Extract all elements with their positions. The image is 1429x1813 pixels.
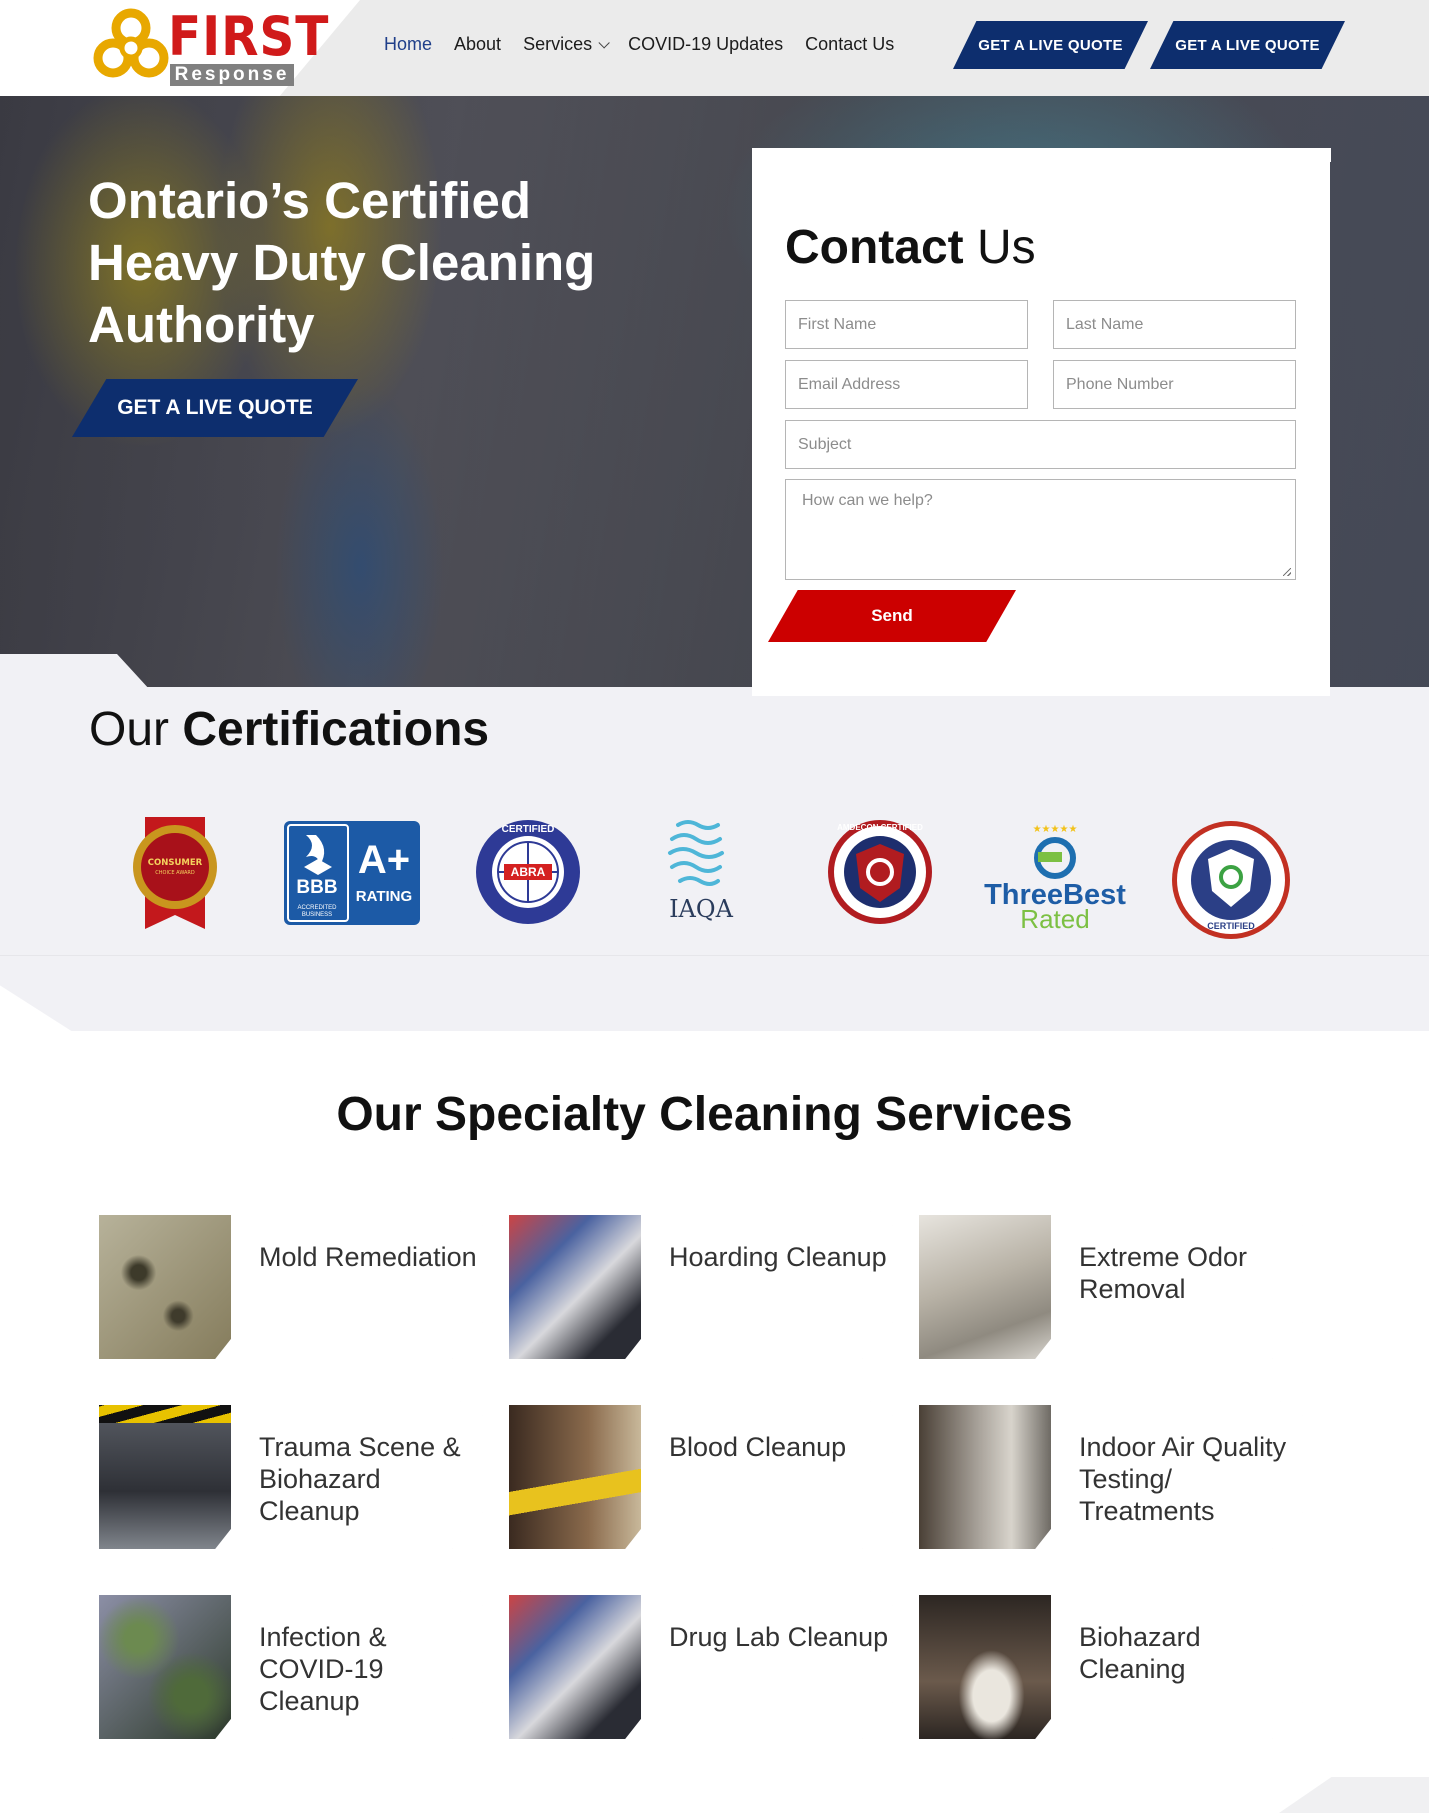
svg-text:CERTIFIED: CERTIFIED: [502, 824, 555, 835]
bbb-torch-icon: BBB ACCREDITED BUSINESS A+ RATING: [287, 824, 412, 922]
service-image: [919, 1405, 1051, 1549]
service-card-trauma-scene[interactable]: Trauma Scene & Biohazard Cleanup: [95, 1401, 483, 1549]
amdecon-badge: AMDECON CERTIFIED: [826, 818, 934, 926]
svg-text:ACCREDITED: ACCREDITED: [297, 905, 337, 911]
consumer-choice-award-badge: CONSUMER CHOICE AWARD: [125, 817, 225, 929]
service-card-mold-remediation[interactable]: Mold Remediation: [95, 1211, 483, 1359]
infection-control-seal-icon: CERTIFIED: [1172, 821, 1290, 939]
certifications-title: Our Certifications: [89, 702, 489, 757]
email-field[interactable]: Email Address: [785, 360, 1028, 409]
hero-heading-line1: Ontario’s Certified: [88, 172, 532, 229]
nav-contact[interactable]: Contact Us: [805, 34, 894, 55]
nav-about[interactable]: About: [454, 34, 501, 55]
service-card-infection-covid[interactable]: Infection & COVID-19 Cleanup: [95, 1591, 483, 1739]
send-button[interactable]: Send: [768, 590, 1016, 642]
certifications-title-light: Our: [89, 703, 183, 756]
service-card-extreme-odor-removal[interactable]: Extreme Odor Removal: [915, 1211, 1303, 1359]
service-image: [509, 1405, 641, 1549]
message-placeholder: How can we help?: [802, 492, 933, 509]
service-image: [99, 1595, 231, 1739]
service-image: [99, 1215, 231, 1359]
contact-title: Contact Us: [785, 220, 1036, 275]
service-image: [919, 1595, 1051, 1739]
service-label: Trauma Scene & Biohazard Cleanup: [259, 1432, 461, 1526]
svg-text:IAQA: IAQA: [669, 895, 733, 923]
svg-text:CHOICE AWARD: CHOICE AWARD: [155, 870, 195, 876]
logo[interactable]: FIRST Response: [90, 6, 328, 88]
service-image: [919, 1215, 1051, 1359]
certifications-bottom-band: [0, 955, 1429, 1031]
service-label: Drug Lab Cleanup: [669, 1622, 889, 1652]
service-label: Biohazard Cleaning: [1079, 1622, 1201, 1684]
iaqa-waves-icon: IAQA: [668, 820, 734, 923]
main-nav: Home About Services COVID-19 Updates Con…: [384, 34, 916, 55]
award-ribbon-icon: CONSUMER CHOICE AWARD: [133, 817, 217, 929]
service-label: Infection & COVID-19 Cleanup: [259, 1622, 387, 1716]
service-card-blood-cleanup[interactable]: Blood Cleanup: [505, 1401, 893, 1549]
svg-text:★★★★★: ★★★★★: [1033, 824, 1078, 835]
services-title-bold: Cleaning Services: [659, 1088, 1073, 1141]
service-label: Mold Remediation: [259, 1242, 477, 1272]
service-image: [99, 1405, 231, 1549]
services-title-light: Our Specialty: [336, 1088, 660, 1141]
page-bottom-notch: [1279, 1777, 1429, 1813]
iaqa-badge: IAQA: [656, 815, 746, 925]
service-image: [509, 1595, 641, 1739]
hero-heading: Ontario’s Certified Heavy Duty Cleaning …: [88, 170, 648, 356]
hero-heading-line3: Authority: [88, 296, 315, 353]
service-card-biohazard-cleaning[interactable]: Biohazard Cleaning: [915, 1591, 1303, 1739]
last-name-field[interactable]: Last Name: [1053, 300, 1296, 349]
svg-text:RATING: RATING: [356, 888, 412, 905]
chevron-down-icon: [598, 36, 610, 49]
first-name-field[interactable]: First Name: [785, 300, 1028, 349]
contact-title-rest: Us: [963, 221, 1036, 274]
contact-title-bold: Contact: [785, 221, 964, 274]
svg-text:BBB: BBB: [296, 877, 337, 898]
service-label: Hoarding Cleanup: [669, 1242, 887, 1272]
abra-badge: ABRA CERTIFIED: [474, 818, 582, 926]
hero-heading-line2a: Heavy Duty: [88, 234, 380, 291]
service-label: Extreme Odor Removal: [1079, 1242, 1248, 1304]
svg-text:ABRA: ABRA: [511, 865, 546, 879]
logo-wordmark: FIRST: [168, 5, 330, 68]
logo-subtitle: Response: [170, 64, 294, 86]
certifications-title-bold: Certifications: [182, 703, 490, 756]
biohazard-logo-icon: [93, 8, 169, 78]
message-textarea[interactable]: How can we help?: [785, 479, 1296, 580]
threebest-badge: ★★★★★ ThreeBest Rated: [980, 822, 1130, 930]
threebest-logo-icon: ★★★★★ ThreeBest Rated: [984, 824, 1126, 930]
service-label: Indoor Air Quality Testing/ Treatments: [1079, 1432, 1287, 1526]
service-image: [509, 1215, 641, 1359]
certifications-section: Our Certifications CONSUMER CHOICE AWARD…: [0, 687, 1429, 955]
amdecon-seal-icon: AMDECON CERTIFIED: [828, 820, 932, 924]
svg-text:BUSINESS: BUSINESS: [302, 912, 332, 918]
infection-control-badge: CERTIFIED: [1170, 819, 1292, 941]
svg-text:Rated: Rated: [1020, 904, 1089, 930]
header-quote-button-2[interactable]: GET A LIVE QUOTE: [1150, 21, 1345, 69]
svg-text:CONSUMER: CONSUMER: [148, 858, 203, 868]
svg-text:CERTIFIED: CERTIFIED: [1207, 921, 1255, 931]
nav-covid-updates[interactable]: COVID-19 Updates: [628, 34, 783, 55]
service-card-hoarding-cleanup[interactable]: Hoarding Cleanup: [505, 1211, 893, 1359]
svg-text:A+: A+: [358, 838, 410, 882]
bbb-badge: BBB ACCREDITED BUSINESS A+ RATING: [284, 821, 420, 925]
abra-seal-icon: ABRA CERTIFIED: [476, 820, 580, 924]
services-title: Our Specialty Cleaning Services: [0, 1087, 1409, 1142]
contact-form: Contact Us First Name Last Name Email Ad…: [752, 148, 1330, 696]
service-label: Blood Cleanup: [669, 1432, 847, 1462]
nav-services[interactable]: Services: [523, 34, 610, 55]
hero-heading-line2b: Cleaning: [379, 234, 596, 291]
svg-text:AMDECON CERTIFIED: AMDECON CERTIFIED: [837, 823, 923, 832]
header-quote-button-1[interactable]: GET A LIVE QUOTE: [953, 21, 1148, 69]
service-card-indoor-air-quality[interactable]: Indoor Air Quality Testing/ Treatments: [915, 1401, 1303, 1549]
phone-field[interactable]: Phone Number: [1053, 360, 1296, 409]
hero-quote-button[interactable]: GET A LIVE QUOTE: [72, 379, 358, 437]
subject-field[interactable]: Subject: [785, 420, 1296, 469]
service-card-drug-lab-cleanup[interactable]: Drug Lab Cleanup: [505, 1591, 893, 1739]
nav-home[interactable]: Home: [384, 34, 432, 55]
nav-services-label: Services: [523, 34, 593, 54]
resize-handle-icon[interactable]: [1283, 568, 1291, 576]
